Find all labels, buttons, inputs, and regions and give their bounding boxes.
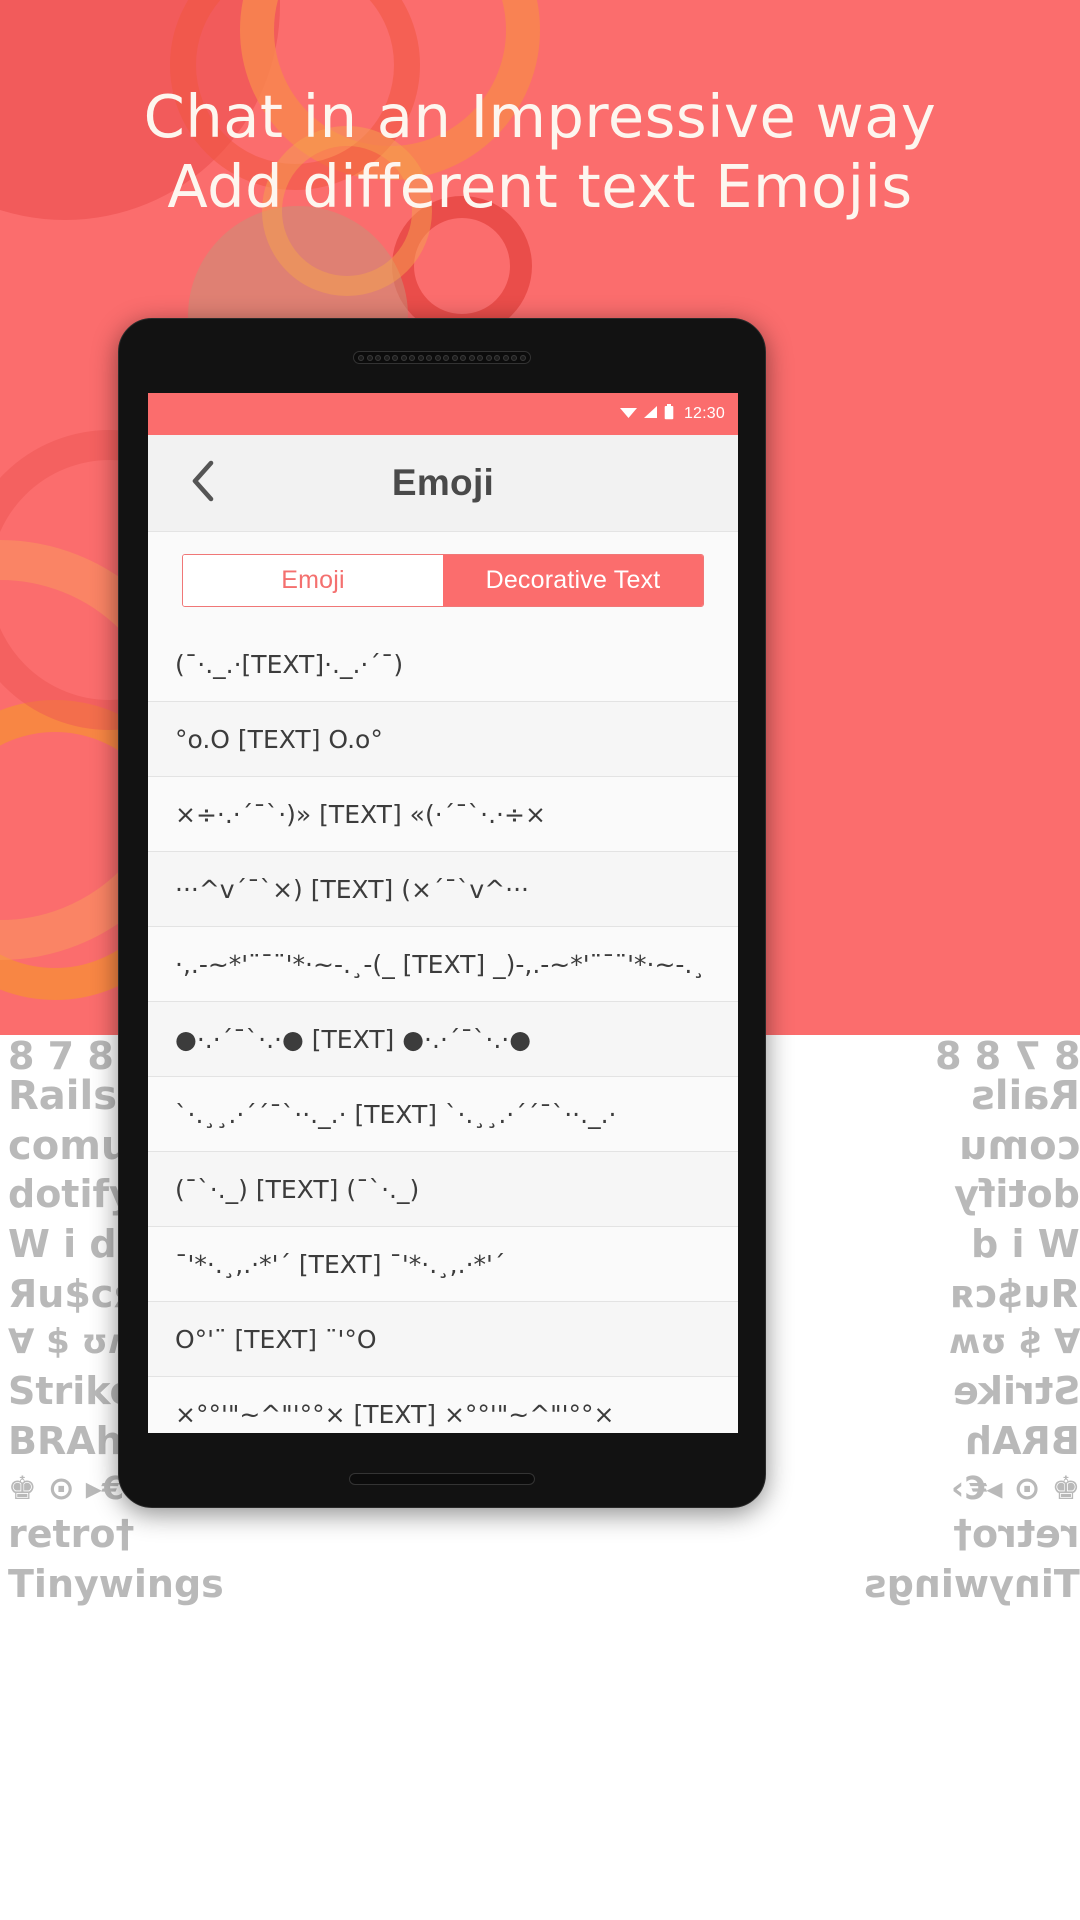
list-item[interactable]: (¯`·._) [TEXT] (¯`·._) [148,1152,738,1227]
watermark-text-left: dotify [8,1172,134,1216]
decorative-text-value: ×÷·.·´¯`·)» [TEXT] «(·´¯`·.·÷× [175,799,546,829]
headline-line-2: Add different text Emojis [167,152,913,221]
battery-icon [664,403,674,425]
watermark-text-left: BRAh [8,1419,123,1463]
decorative-text-value: ···^v´¯`×) [TEXT] (×´¯`v^··· [175,874,529,904]
watermark-text-right: W i d [971,1222,1080,1266]
watermark-text-left: Rails [8,1073,118,1119]
list-item[interactable]: ×°°'"~^"'°°× [TEXT] ×°°'"~^"'°°× [148,1377,738,1433]
promo-headline: Chat in an Impressive way Add different … [0,82,1080,222]
decorative-text-value: `·.¸¸.·´´¯`··._.· [TEXT] `·.¸¸.·´´¯`··._… [175,1099,617,1129]
watermark-row: retro† retro† [0,1512,1080,1557]
list-item[interactable]: ●·.·´¯`·.·● [TEXT] ●·.·´¯`·.·● [148,1002,738,1077]
watermark-text-right: dotify [954,1172,1080,1216]
watermark-text-left: Tinywings [8,1562,224,1606]
decorative-text-value: O°'¨ [TEXT] ¨'°O [175,1324,377,1354]
status-time: 12:30 [683,405,725,422]
segmented-tab-control: Emoji Decorative Text [182,554,704,607]
watermark-text-right: Яu$cя [950,1272,1080,1316]
device-home-bar [349,1473,535,1485]
back-chevron-icon [189,458,217,509]
signal-icon [643,405,658,424]
watermark-text-right: Strike [952,1369,1080,1413]
status-bar: 12:30 [148,393,738,435]
back-button[interactable] [180,460,226,506]
decorative-text-value: ×°°'"~^"'°°× [TEXT] ×°°'"~^"'°°× [175,1399,615,1429]
decorative-text-value: ¯'*·.¸,.·*'´ [TEXT] ¯'*·.¸,.·*'´ [175,1249,506,1279]
decorative-text-list: (¯·._.·[TEXT]·._.·´¯) °o.O [TEXT] O.o° ×÷·… [148,627,738,1433]
watermark-text-right: Rails [970,1073,1080,1119]
list-item[interactable]: ¯'*·.¸,.·*'´ [TEXT] ¯'*·.¸,.·*'´ [148,1227,738,1302]
decorative-text-value: ·,.-~*'¨¯¨'*·~-.¸-(_ [TEXT] _)-,.-~*'¨¯¨… [175,949,705,979]
tablet-device-frame: 12:30 Emoji Emoji Decorative Text (¯·._.… [118,318,766,1508]
watermark-text-right: retro† [953,1512,1080,1556]
watermark-text-right: Tinywings [864,1562,1080,1606]
watermark-text-right: ♚ ⊙ ▸€› [950,1469,1080,1507]
list-item[interactable]: ×÷·.·´¯`·)» [TEXT] «(·´¯`·.·÷× [148,777,738,852]
watermark-row: Tinywings Tinywings [0,1562,1080,1607]
watermark-text-left: retro† [8,1512,135,1556]
watermark-text-left: comu [8,1123,130,1169]
page-title: Emoji [391,462,495,503]
speaker-grille-icon [353,351,531,364]
list-item[interactable]: (¯·._.·[TEXT]·._.·´¯) [148,627,738,702]
watermark-text-left: Strike [8,1369,136,1413]
wifi-icon [619,405,637,424]
app-bar: Emoji [148,435,738,532]
device-screen: 12:30 Emoji Emoji Decorative Text (¯·._.… [148,393,738,1433]
tab-decorative-text[interactable]: Decorative Text [443,555,703,606]
list-item[interactable]: `·.¸¸.·´´¯`··._.· [TEXT] `·.¸¸.·´´¯`··._… [148,1077,738,1152]
list-item[interactable]: O°'¨ [TEXT] ¨'°O [148,1302,738,1377]
watermark-text-right: BRAh [965,1419,1080,1463]
decorative-text-value: (¯·._.·[TEXT]·._.·´¯) [175,649,404,679]
list-item[interactable]: °o.O [TEXT] O.o° [148,702,738,777]
decorative-text-value: °o.O [TEXT] O.o° [175,724,383,754]
list-item[interactable]: ·,.-~*'¨¯¨'*·~-.¸-(_ [TEXT] _)-,.-~*'¨¯¨… [148,927,738,1002]
decorative-text-value: (¯`·._) [TEXT] (¯`·._) [175,1174,420,1204]
watermark-text-right: comu [958,1123,1080,1169]
watermark-text-left: ♚ ⊙ ▸€› [8,1469,138,1507]
tab-emoji[interactable]: Emoji [183,555,443,606]
watermark-text-left: W i d [8,1222,117,1266]
headline-line-1: Chat in an Impressive way [143,82,937,151]
list-item[interactable]: ···^v´¯`×) [TEXT] (×´¯`v^··· [148,852,738,927]
decorative-text-value: ●·.·´¯`·.·● [TEXT] ●·.·´¯`·.·● [175,1024,532,1054]
watermark-text-right: ∀ $ ʊʍ [948,1322,1080,1362]
